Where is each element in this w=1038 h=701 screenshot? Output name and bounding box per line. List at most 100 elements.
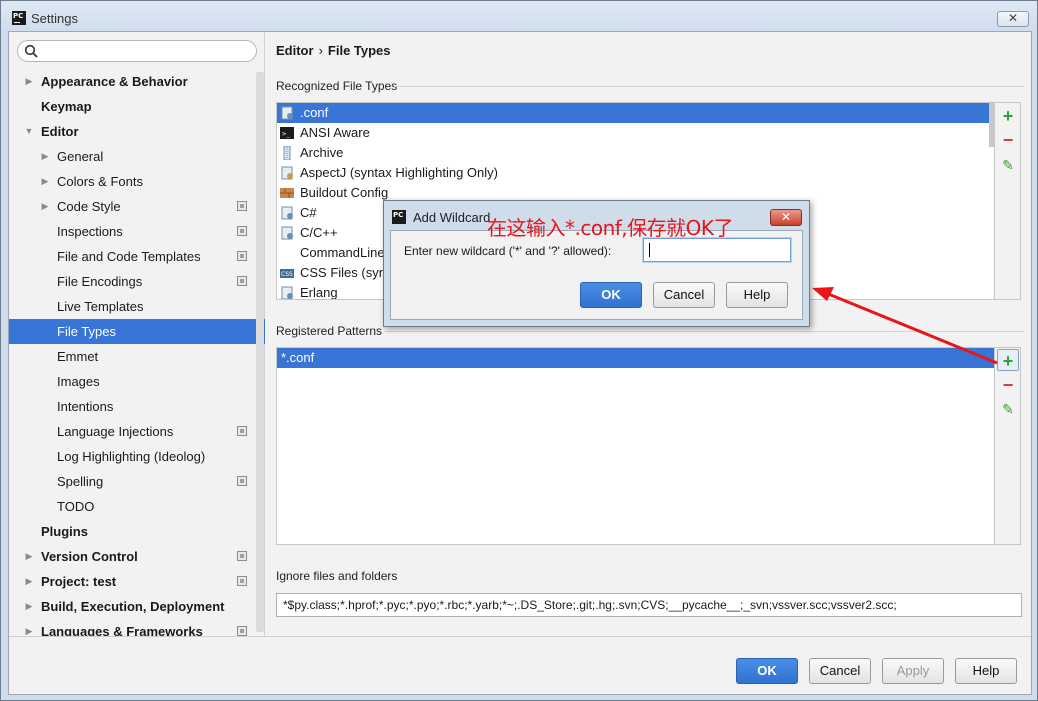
- ignore-label-text: Ignore files and folders: [276, 569, 398, 583]
- project-scope-icon: [237, 551, 247, 561]
- sidebar-item-images[interactable]: Images: [9, 369, 265, 394]
- close-button[interactable]: ✕: [997, 11, 1029, 27]
- sidebar-item-label: Colors & Fonts: [57, 174, 143, 189]
- file-type-row[interactable]: >_ ANSI Aware: [277, 123, 994, 143]
- chevron-right-icon[interactable]: ▶: [40, 144, 50, 169]
- dialog-button-bar: OK Cancel Apply Help: [9, 636, 1031, 694]
- file-types-panel: Editor › File Types Recognized File Types …: [268, 32, 1033, 636]
- sidebar-item-label: Images: [57, 374, 100, 389]
- dialog-help-button[interactable]: Help: [726, 282, 788, 308]
- file-types-toolbar: + − ✎: [995, 102, 1021, 300]
- sidebar-item-label: Appearance & Behavior: [41, 74, 188, 89]
- ignore-files-input[interactable]: *$py.class;*.hprof;*.pyc;*.pyo;*.rbc;*.y…: [276, 593, 1022, 617]
- chevron-right-icon[interactable]: ▶: [24, 544, 34, 569]
- title-bar[interactable]: PC Settings ✕: [1, 1, 1037, 35]
- sidebar-item-inspections[interactable]: Inspections: [9, 219, 265, 244]
- registered-patterns-list[interactable]: *.conf: [276, 347, 995, 545]
- sidebar-item-plugins[interactable]: Plugins: [9, 519, 265, 544]
- text-caret: [649, 243, 650, 257]
- file-type-row[interactable]: AspectJ (syntax Highlighting Only): [277, 163, 994, 183]
- sidebar-item-build-execution-deployment[interactable]: ▶ Build, Execution, Deployment: [9, 594, 265, 619]
- buildout-icon: [280, 188, 294, 198]
- project-scope-icon: [237, 626, 247, 636]
- sidebar-item-file-types[interactable]: File Types: [9, 319, 265, 344]
- dialog-body: Enter new wildcard ('*' and '?' allowed)…: [390, 230, 803, 320]
- sidebar-item-label: Intentions: [57, 399, 114, 414]
- commandline-icon: [280, 246, 294, 260]
- aspectj-file-icon: [281, 166, 293, 180]
- sidebar-item-appearance-behavior[interactable]: ▶ Appearance & Behavior: [9, 69, 265, 94]
- dialog-close-button[interactable]: ✕: [770, 209, 802, 226]
- sidebar-item-file-encodings[interactable]: File Encodings: [9, 269, 265, 294]
- sidebar-item-todo[interactable]: TODO: [9, 494, 265, 519]
- chevron-right-icon[interactable]: ▶: [24, 594, 34, 619]
- sidebar-item-spelling[interactable]: Spelling: [9, 469, 265, 494]
- file-type-name: C/C++: [300, 225, 338, 240]
- sidebar-item-label: Project: test: [41, 574, 117, 589]
- breadcrumb-parent: Editor: [276, 43, 314, 58]
- sidebar-item-language-injections[interactable]: Language Injections: [9, 419, 265, 444]
- sidebar-item-version-control[interactable]: ▶ Version Control: [9, 544, 265, 569]
- file-type-row[interactable]: Archive: [277, 143, 994, 163]
- chevron-right-icon[interactable]: ▶: [40, 194, 50, 219]
- help-button[interactable]: Help: [955, 658, 1017, 684]
- sidebar-item-label: TODO: [57, 499, 95, 514]
- sidebar-item-editor[interactable]: ▼ Editor: [9, 119, 265, 144]
- sidebar-item-colors-fonts[interactable]: ▶ Colors & Fonts: [9, 169, 265, 194]
- archive-icon: [283, 146, 291, 160]
- wildcard-input[interactable]: [643, 238, 791, 262]
- sidebar-item-intentions[interactable]: Intentions: [9, 394, 265, 419]
- search-input[interactable]: [17, 40, 257, 62]
- sidebar-item-live-templates[interactable]: Live Templates: [9, 294, 265, 319]
- chevron-right-icon[interactable]: ▶: [24, 69, 34, 94]
- ok-button[interactable]: OK: [736, 658, 798, 684]
- sidebar-item-file-and-code-templates[interactable]: File and Code Templates: [9, 244, 265, 269]
- sidebar-item-general[interactable]: ▶ General: [9, 144, 265, 169]
- dialog-cancel-button[interactable]: Cancel: [653, 282, 715, 308]
- cancel-button[interactable]: Cancel: [809, 658, 871, 684]
- pycharm-icon: PC: [392, 210, 406, 224]
- file-type-name: Buildout Config: [300, 185, 389, 200]
- add-file-type-button[interactable]: +: [997, 105, 1019, 127]
- sidebar-item-log-highlighting-ideolog[interactable]: Log Highlighting (Ideolog): [9, 444, 265, 469]
- pattern-row[interactable]: *.conf: [277, 348, 994, 368]
- sidebar-item-code-style[interactable]: ▶ Code Style: [9, 194, 265, 219]
- file-type-row[interactable]: .conf: [277, 103, 994, 123]
- sidebar-item-label: File Types: [57, 324, 117, 339]
- sidebar-item-label: File Encodings: [57, 274, 143, 289]
- settings-sidebar: ▶ Appearance & Behavior Keymap ▼ Editor ▶ Gene…: [9, 32, 265, 639]
- sidebar-item-project-test[interactable]: ▶ Project: test: [9, 569, 265, 594]
- csharp-file-icon: [281, 206, 293, 220]
- remove-file-type-button[interactable]: −: [997, 129, 1019, 151]
- chevron-right-icon[interactable]: ▶: [40, 169, 50, 194]
- chevron-down-icon[interactable]: ▼: [24, 119, 34, 144]
- sidebar-item-label: Plugins: [41, 524, 88, 539]
- sidebar-scrollbar[interactable]: [256, 72, 264, 632]
- dialog-ok-button[interactable]: OK: [580, 282, 642, 308]
- sidebar-item-emmet[interactable]: Emmet: [9, 344, 265, 369]
- file-type-name: ANSI Aware: [300, 125, 370, 140]
- sidebar-item-label: Editor: [41, 124, 79, 139]
- remove-pattern-button[interactable]: −: [997, 374, 1019, 396]
- sidebar-item-label: Emmet: [57, 349, 99, 364]
- sidebar-item-label: Keymap: [41, 99, 92, 114]
- settings-tree: ▶ Appearance & Behavior Keymap ▼ Editor ▶ Gene…: [9, 69, 265, 644]
- sidebar-item-label: Log Highlighting (Ideolog): [57, 449, 206, 464]
- css-file-icon: CSS: [280, 269, 294, 278]
- edit-pattern-button[interactable]: ✎: [997, 398, 1019, 420]
- project-scope-icon: [237, 426, 247, 436]
- ignore-files-label: Ignore files and folders: [276, 569, 397, 583]
- edit-file-type-button[interactable]: ✎: [997, 154, 1019, 176]
- sidebar-item-label: File and Code Templates: [57, 249, 201, 264]
- registered-label-text: Registered Patterns: [276, 324, 383, 338]
- file-type-name: .conf: [300, 105, 329, 120]
- breadcrumb-separator: ›: [318, 43, 323, 58]
- sidebar-item-keymap[interactable]: Keymap: [9, 94, 265, 119]
- settings-window: PC Settings ✕ ▶ Appearance & Behavior Keym…: [0, 0, 1038, 701]
- project-scope-icon: [237, 201, 247, 211]
- sidebar-item-label: Build, Execution, Deployment: [41, 599, 225, 614]
- chevron-right-icon[interactable]: ▶: [24, 569, 34, 594]
- add-pattern-button[interactable]: +: [997, 349, 1019, 371]
- apply-button[interactable]: Apply: [882, 658, 944, 684]
- sidebar-item-label: Code Style: [57, 199, 121, 214]
